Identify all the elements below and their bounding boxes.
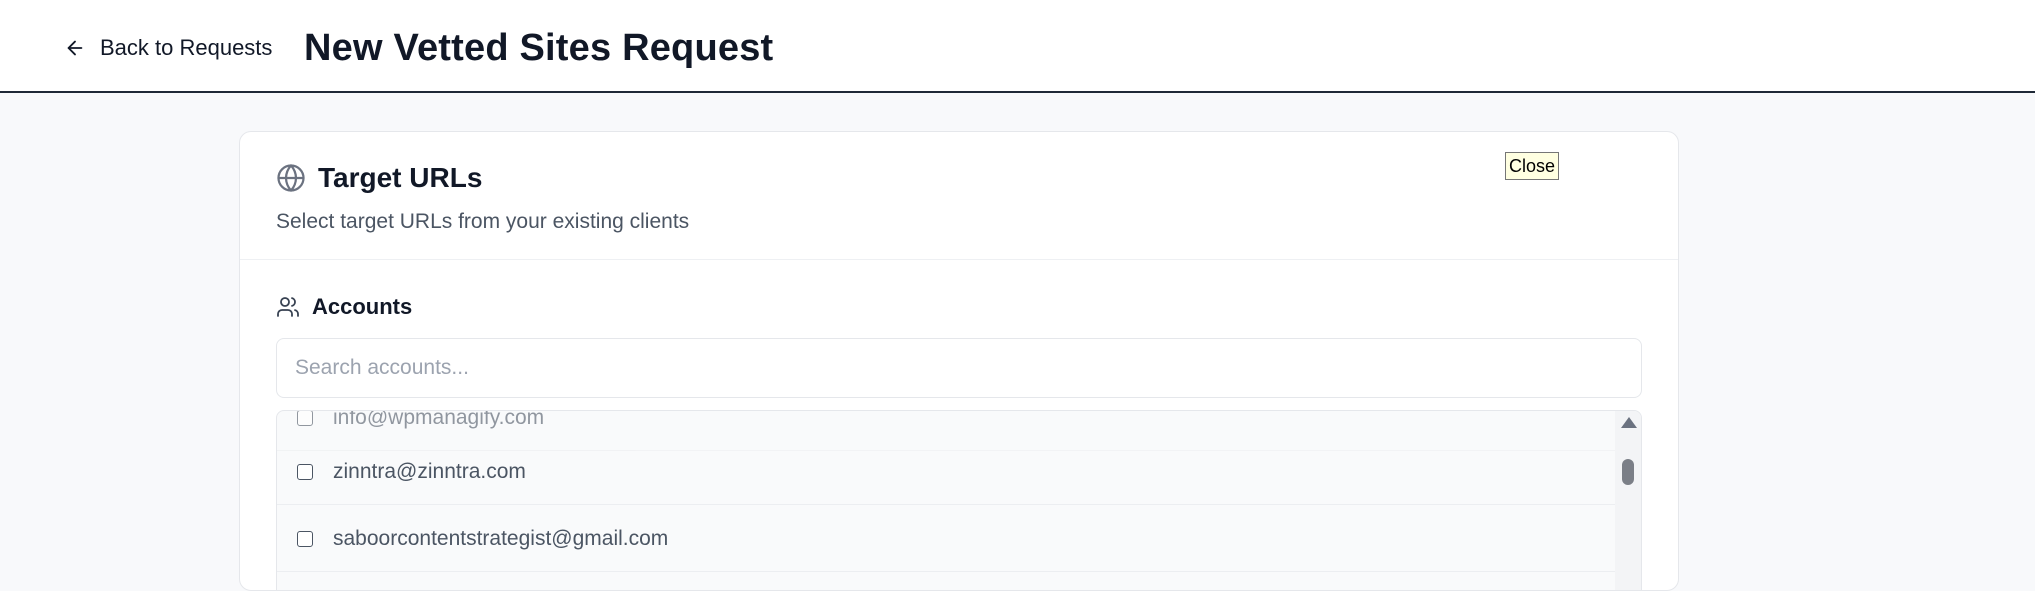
account-checkbox[interactable]: [297, 530, 313, 547]
search-accounts-input[interactable]: [276, 338, 1642, 398]
arrow-left-icon: [67, 40, 83, 56]
back-to-requests-link[interactable]: Back to Requests: [64, 30, 272, 66]
users-icon: [277, 297, 299, 317]
list-item[interactable]: saboorcontentstrategist@gmail.com: [277, 506, 1617, 572]
scroll-up-arrow-icon[interactable]: [1621, 417, 1637, 428]
top-bar: Back to Requests New Vetted Sites Reques…: [0, 0, 2035, 93]
page-title: New Vetted Sites Request: [304, 27, 774, 69]
accounts-label: Accounts: [312, 294, 413, 319]
account-checkbox[interactable]: [297, 463, 313, 480]
globe-icon: [277, 164, 305, 192]
list-item[interactable]: zinntra@zinntra.com: [277, 439, 1617, 505]
target-urls-card: Target URLs Select target URLs from your…: [239, 131, 1679, 591]
account-checkbox[interactable]: [297, 411, 313, 426]
close-tooltip: Close: [1505, 152, 1560, 180]
card-subtitle: Select target URLs from your existing cl…: [276, 210, 690, 233]
card-header: Target URLs Select target URLs from your…: [240, 132, 1678, 260]
scroll-thumb[interactable]: [1622, 459, 1634, 485]
back-link-label: Back to Requests: [100, 35, 273, 60]
card-title: Target URLs: [318, 162, 483, 193]
accounts-label-row: Accounts: [276, 294, 412, 320]
account-email: saboorcontentstrategist@gmail.com: [333, 526, 669, 550]
account-email: info@wpmanagify.com: [333, 410, 545, 429]
card-title-row: Target URLs: [276, 162, 482, 194]
account-email: zinntra@zinntra.com: [333, 459, 526, 483]
accounts-list: info@wpmanagify.com zinntra@zinntra.com …: [276, 410, 1642, 590]
list-scrollbar[interactable]: [1615, 411, 1641, 590]
